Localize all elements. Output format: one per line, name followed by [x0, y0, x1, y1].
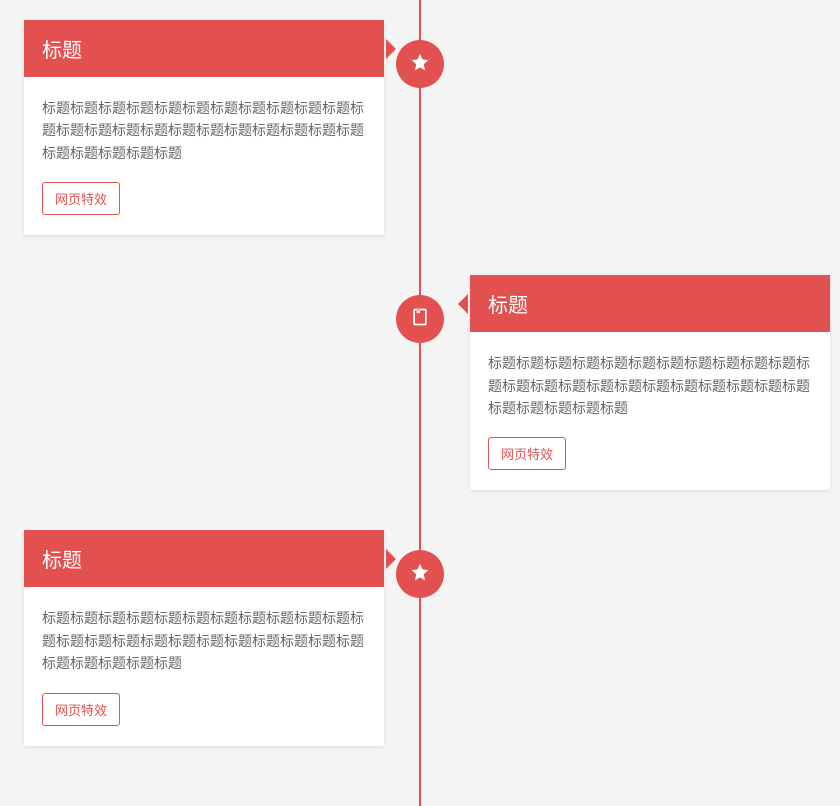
tag-button[interactable]: 网页特效: [42, 182, 120, 215]
timeline-card: 标题 标题标题标题标题标题标题标题标题标题标题标题标题标题标题标题标题标题标题标…: [470, 275, 830, 490]
timeline-card-text: 标题标题标题标题标题标题标题标题标题标题标题标题标题标题标题标题标题标题标题标题…: [42, 97, 366, 164]
timeline-card-body: 标题标题标题标题标题标题标题标题标题标题标题标题标题标题标题标题标题标题标题标题…: [470, 332, 830, 490]
timeline-card: 标题 标题标题标题标题标题标题标题标题标题标题标题标题标题标题标题标题标题标题标…: [24, 20, 384, 235]
timeline-card-body: 标题标题标题标题标题标题标题标题标题标题标题标题标题标题标题标题标题标题标题标题…: [24, 77, 384, 235]
timeline-card-title: 标题: [24, 20, 384, 77]
timeline-item: 标题 标题标题标题标题标题标题标题标题标题标题标题标题标题标题标题标题标题标题标…: [0, 530, 840, 745]
book-icon: [410, 307, 430, 332]
timeline: 标题 标题标题标题标题标题标题标题标题标题标题标题标题标题标题标题标题标题标题标…: [0, 0, 840, 806]
tag-button[interactable]: 网页特效: [488, 437, 566, 470]
timeline-item: 标题 标题标题标题标题标题标题标题标题标题标题标题标题标题标题标题标题标题标题标…: [0, 275, 840, 490]
timeline-card-body: 标题标题标题标题标题标题标题标题标题标题标题标题标题标题标题标题标题标题标题标题…: [24, 587, 384, 745]
timeline-card-text: 标题标题标题标题标题标题标题标题标题标题标题标题标题标题标题标题标题标题标题标题…: [42, 607, 366, 674]
star-icon: [410, 52, 430, 77]
timeline-card-text: 标题标题标题标题标题标题标题标题标题标题标题标题标题标题标题标题标题标题标题标题…: [488, 352, 812, 419]
timeline-card-title: 标题: [24, 530, 384, 587]
star-icon: [410, 562, 430, 587]
timeline-node: [396, 550, 444, 598]
tag-button[interactable]: 网页特效: [42, 693, 120, 726]
timeline-node: [396, 295, 444, 343]
timeline-node: [396, 40, 444, 88]
timeline-card: 标题 标题标题标题标题标题标题标题标题标题标题标题标题标题标题标题标题标题标题标…: [24, 530, 384, 745]
timeline-card-title: 标题: [470, 275, 830, 332]
timeline-item: 标题 标题标题标题标题标题标题标题标题标题标题标题标题标题标题标题标题标题标题标…: [0, 20, 840, 235]
